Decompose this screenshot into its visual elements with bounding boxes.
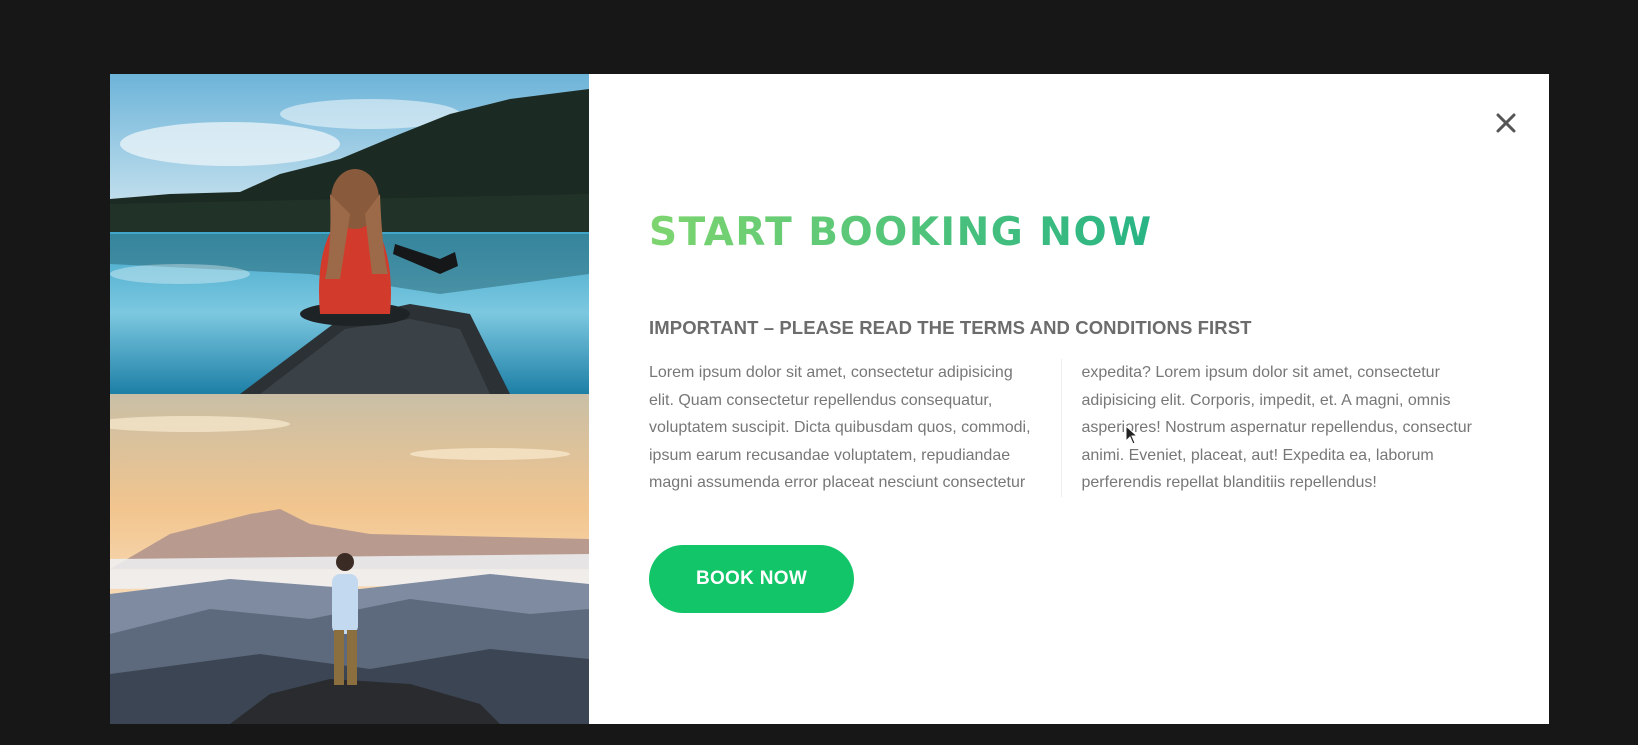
mouse-cursor-icon: [1125, 425, 1139, 445]
booking-popup: START BOOKING NOW IMPORTANT – PLEASE REA…: [110, 74, 1549, 724]
close-button[interactable]: [1493, 110, 1519, 136]
popup-heading: START BOOKING NOW: [649, 210, 1153, 255]
canoe-lake-photo: [110, 74, 589, 394]
terms-body-text: Lorem ipsum dolor sit amet, consectetur …: [649, 359, 1474, 497]
close-icon: [1496, 113, 1516, 133]
popup-content: START BOOKING NOW IMPORTANT – PLEASE REA…: [589, 74, 1549, 724]
popup-images: [110, 74, 589, 724]
terms-paragraph: Lorem ipsum dolor sit amet, consectetur …: [649, 364, 1472, 492]
terms-subheading: IMPORTANT – PLEASE READ THE TERMS AND CO…: [649, 317, 1252, 339]
book-now-button[interactable]: BOOK NOW: [649, 544, 854, 613]
mountain-sunrise-photo: [110, 394, 589, 724]
